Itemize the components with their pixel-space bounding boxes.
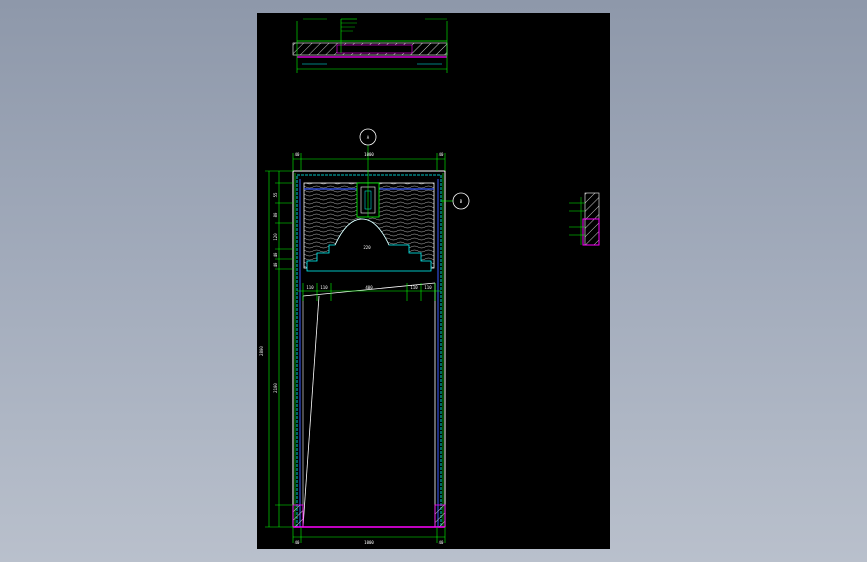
section-detail bbox=[569, 192, 600, 246]
dim-left-upper-1: 55 bbox=[273, 192, 278, 197]
callout-a-label: A bbox=[367, 135, 370, 140]
dim-top-mid: 1000 bbox=[364, 152, 374, 157]
dim-arch-2: 110 bbox=[320, 285, 328, 290]
dim-arch-5: 110 bbox=[424, 285, 432, 290]
dim-bottom-right: 40 bbox=[439, 540, 444, 545]
dim-left-lower: 2100 bbox=[273, 383, 278, 393]
callout-b-label: B bbox=[460, 199, 463, 204]
plan-section-view bbox=[292, 18, 448, 73]
dim-arch-height: 220 bbox=[363, 245, 371, 250]
dim-left-upper-2: 80 bbox=[273, 212, 278, 217]
dim-bottom-left: 40 bbox=[295, 540, 300, 545]
cad-viewport[interactable]: A B 40 1000 40 40 1000 40 2800 2100 55 8… bbox=[0, 0, 867, 562]
dim-top-right: 40 bbox=[439, 152, 444, 157]
dim-bottom-mid: 1000 bbox=[364, 540, 374, 545]
dim-left-total: 2800 bbox=[259, 346, 264, 356]
dim-left-upper-3: 120 bbox=[273, 233, 278, 241]
dim-arch-4: 110 bbox=[410, 285, 418, 290]
dim-arch-1: 110 bbox=[306, 285, 314, 290]
dim-left-upper-5: 40 bbox=[273, 262, 278, 267]
door-elevation-drawing: A B 40 1000 40 40 1000 40 2800 2100 55 8… bbox=[259, 18, 600, 545]
dim-arch-3: 400 bbox=[365, 285, 373, 290]
dim-left-upper-4: 40 bbox=[273, 252, 278, 257]
door-elevation bbox=[292, 170, 446, 528]
dim-top-left: 40 bbox=[295, 152, 300, 157]
drawing-sheet[interactable]: A B 40 1000 40 40 1000 40 2800 2100 55 8… bbox=[257, 13, 610, 549]
